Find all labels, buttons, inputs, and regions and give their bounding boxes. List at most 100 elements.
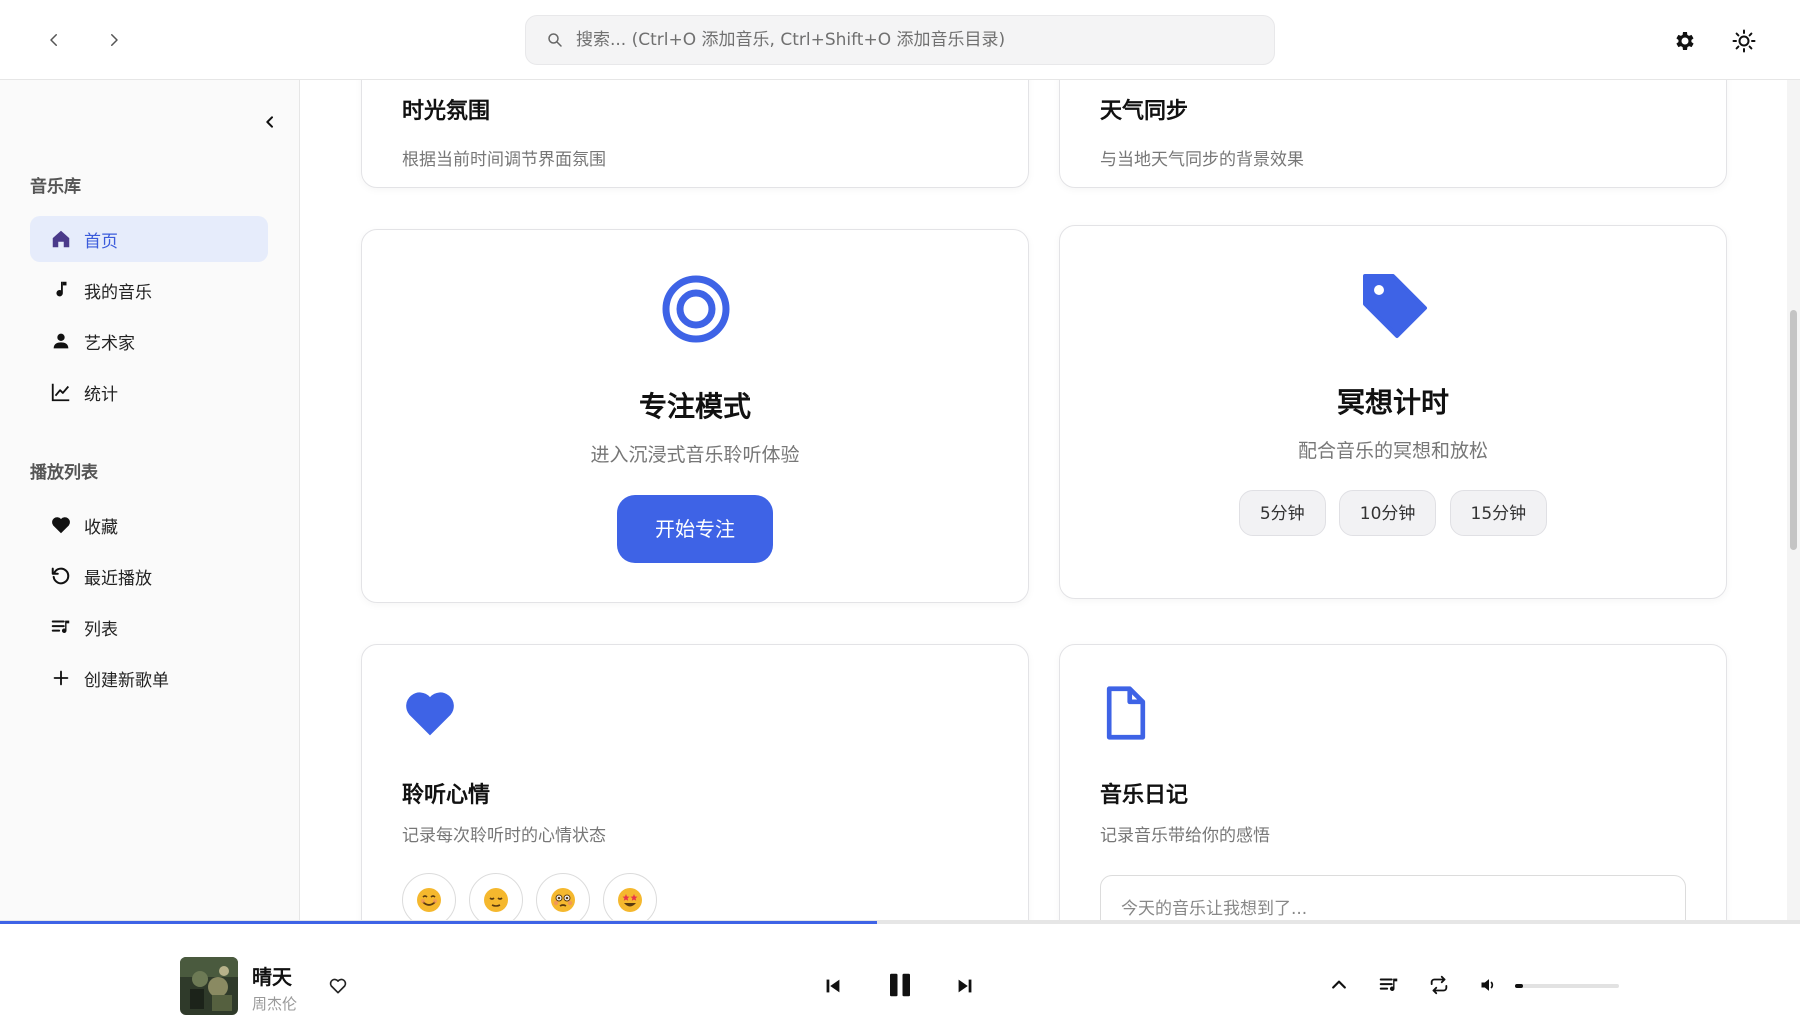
main-content: 时光氛围 根据当前时间调节界面氛围 天气同步 与当地天气同步的背景效果 专注模式… <box>301 80 1785 920</box>
mood-emoji-list <box>402 873 665 920</box>
sidebar-item-recent[interactable]: 最近播放 <box>30 553 268 599</box>
card-title: 专注模式 <box>638 390 751 423</box>
weather-card[interactable]: 天气同步 与当地天气同步的背景效果 <box>1059 80 1727 188</box>
playlist-icon <box>51 620 70 634</box>
card-desc: 根据当前时间调节界面氛围 <box>402 150 606 170</box>
sidebar-item-my-music[interactable]: 我的音乐 <box>30 267 268 313</box>
heart-icon <box>52 517 70 534</box>
settings-button[interactable] <box>1667 24 1701 58</box>
sidebar-item-artists[interactable]: 艺术家 <box>30 318 268 364</box>
mood-smile-button[interactable] <box>402 873 456 920</box>
sun-icon <box>1732 29 1756 53</box>
song-artist[interactable]: 周杰伦 <box>252 993 297 1014</box>
chevron-left-icon <box>50 34 57 46</box>
music-note-icon <box>56 281 67 297</box>
flushed-face-icon <box>551 888 576 912</box>
playback-progress-fill <box>0 921 877 924</box>
sidebar-item-label: 创建新歌单 <box>84 670 169 691</box>
volume-icon <box>1481 979 1494 991</box>
card-title: 聆听心情 <box>402 783 491 808</box>
playback-progress-bar[interactable] <box>0 921 1800 924</box>
skip-previous-icon <box>826 979 840 993</box>
meditation-5min-button[interactable]: 5分钟 <box>1238 490 1326 536</box>
library-section-title: 音乐库 <box>30 177 81 197</box>
search-icon <box>548 33 562 47</box>
smiling-face-icon <box>417 888 441 912</box>
meditation-15min-button[interactable]: 15分钟 <box>1449 490 1548 536</box>
plus-icon <box>53 670 69 686</box>
like-song-button[interactable] <box>325 973 351 999</box>
music-diary-card: 音乐日记 记录音乐带给你的感悟 <box>1059 644 1727 920</box>
sidebar-item-label: 最近播放 <box>84 568 152 589</box>
theme-toggle-button[interactable] <box>1727 24 1761 58</box>
user-icon <box>53 333 69 349</box>
sidebar-item-label: 统计 <box>84 384 118 405</box>
chevron-up-icon <box>1332 980 1346 989</box>
sidebar-item-label: 艺术家 <box>84 333 135 354</box>
volume-slider[interactable] <box>1515 984 1619 988</box>
next-track-button[interactable] <box>950 971 980 1001</box>
heart-outline-icon <box>329 978 347 994</box>
card-desc: 记录每次聆听时的心情状态 <box>402 826 606 846</box>
tag-icon <box>1363 274 1427 338</box>
sidebar-item-list[interactable]: 列表 <box>30 604 268 650</box>
pause-icon <box>890 973 910 997</box>
sidebar-item-label: 收藏 <box>84 517 118 538</box>
repeat-button[interactable] <box>1425 971 1453 999</box>
heart-icon <box>406 692 454 736</box>
listening-mood-card: 聆听心情 记录每次聆听时的心情状态 <box>361 644 1029 920</box>
meditation-timer-card: 冥想计时 配合音乐的冥想和放松 5分钟 10分钟 15分钟 <box>1059 225 1727 599</box>
search-bar <box>525 15 1275 65</box>
queue-button[interactable] <box>1375 971 1403 999</box>
meditation-options: 5分钟 10分钟 15分钟 <box>1060 490 1726 536</box>
forward-button[interactable] <box>98 24 130 56</box>
document-icon <box>1106 686 1146 740</box>
mood-relieved-button[interactable] <box>469 873 524 920</box>
card-title: 时光氛围 <box>402 99 491 124</box>
meditation-10min-button[interactable]: 10分钟 <box>1338 490 1437 536</box>
top-bar <box>0 0 1800 80</box>
sidebar-item-home[interactable]: 首页 <box>30 216 268 262</box>
diary-textarea[interactable] <box>1100 875 1686 920</box>
album-art-image <box>180 957 238 1015</box>
sidebar-item-stats[interactable]: 统计 <box>30 369 268 415</box>
skip-next-icon <box>958 979 972 993</box>
player-bar: 晴天 周杰伦 <box>0 920 1800 1020</box>
chevron-left-icon <box>266 116 273 128</box>
card-desc: 进入沉浸式音乐聆听体验 <box>590 444 800 466</box>
sidebar: 音乐库 首页 我的音乐 艺术家 统计 播放列表 收藏 最近播放 列表 创建新歌单 <box>0 80 300 920</box>
card-desc: 与当地天气同步的背景效果 <box>1100 150 1304 170</box>
expand-player-button[interactable] <box>1325 971 1353 999</box>
card-title: 音乐日记 <box>1100 783 1189 808</box>
gear-icon <box>1676 32 1694 50</box>
repeat-icon <box>1430 975 1448 995</box>
playlist-section-title: 播放列表 <box>30 463 98 483</box>
previous-track-button[interactable] <box>818 971 848 1001</box>
mood-star-struck-button[interactable] <box>603 873 658 920</box>
collapse-sidebar-button[interactable] <box>258 110 282 134</box>
start-focus-button[interactable]: 开始专注 <box>617 495 773 563</box>
sidebar-item-label: 列表 <box>84 619 118 640</box>
card-title: 冥想计时 <box>1336 386 1449 419</box>
chevron-right-icon <box>111 34 118 46</box>
ambience-card[interactable]: 时光氛围 根据当前时间调节界面氛围 <box>361 80 1029 188</box>
album-cover[interactable] <box>180 957 238 1015</box>
scrollbar-thumb[interactable] <box>1790 310 1797 550</box>
mood-flushed-button[interactable] <box>536 873 591 920</box>
volume-button[interactable] <box>1475 971 1503 999</box>
star-struck-face-icon <box>618 888 643 912</box>
back-button[interactable] <box>38 24 70 56</box>
target-icon <box>662 275 730 343</box>
pause-button[interactable] <box>882 967 918 1003</box>
playlist-icon <box>1379 978 1398 992</box>
search-input[interactable] <box>576 30 1256 50</box>
focus-mode-card: 专注模式 进入沉浸式音乐聆听体验 开始专注 <box>361 229 1029 603</box>
create-playlist-button[interactable]: 创建新歌单 <box>30 655 268 701</box>
card-title: 天气同步 <box>1100 99 1189 124</box>
relieved-face-icon <box>484 888 509 912</box>
chart-icon <box>51 383 70 402</box>
card-desc: 记录音乐带给你的感悟 <box>1100 826 1270 846</box>
sidebar-item-favorites[interactable]: 收藏 <box>30 502 268 548</box>
sidebar-item-label: 我的音乐 <box>84 282 152 303</box>
main-scrollbar[interactable] <box>1787 80 1800 920</box>
